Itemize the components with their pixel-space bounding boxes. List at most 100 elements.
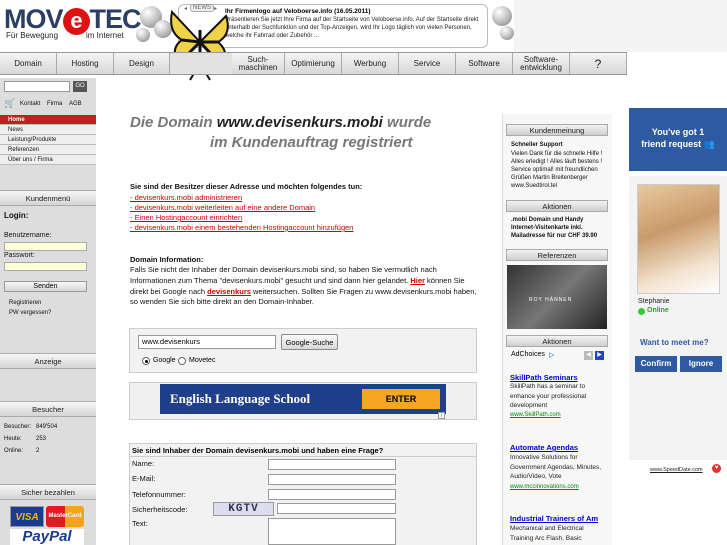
ad-url-1[interactable]: www.SkillPath.com — [510, 412, 561, 418]
sphere-decoration — [500, 26, 514, 40]
password-field[interactable] — [4, 262, 87, 271]
nav-design[interactable]: Design — [114, 53, 170, 74]
sidebar-item-ueber-uns[interactable]: Über uns / Firma — [0, 155, 96, 165]
info-line-2: Informationen zum Thema "devisenkurs.mob… — [130, 276, 465, 285]
heute-value: 253 — [36, 436, 47, 442]
link-kontakt[interactable]: Kontakt — [20, 101, 40, 107]
nav-domain[interactable]: Domain — [0, 53, 57, 74]
besucher-label: Besucher: — [4, 424, 32, 430]
site-search-button[interactable]: GO — [73, 81, 87, 92]
text-label: Text: — [132, 519, 148, 528]
anzeige-title: Anzeige — [0, 353, 96, 369]
forgot-password-link[interactable]: PW vergessen? — [9, 310, 51, 316]
cart-icon[interactable]: 🛒 — [4, 98, 15, 109]
name-field[interactable] — [268, 459, 396, 470]
online-label: Online: — [4, 448, 24, 454]
ignore-button[interactable]: Ignore — [680, 356, 722, 372]
ad-enter-button[interactable]: ENTER — [362, 389, 440, 409]
sidebar-item-home[interactable]: Home — [0, 115, 96, 125]
username-label: Benutzername: — [4, 232, 52, 239]
nav-suchmaschinen[interactable]: Such- maschinen — [232, 53, 285, 74]
profile-photo[interactable] — [637, 184, 720, 294]
email-field[interactable] — [268, 474, 396, 485]
kundenmeinung-title: Kundenmeinung — [506, 124, 608, 136]
logo-tagline-right: im Internet — [86, 31, 124, 40]
kundenmeinung-heading: Schneller Support — [511, 142, 563, 148]
header-right-fill — [514, 0, 727, 52]
nav-hosting[interactable]: Hosting — [57, 53, 114, 74]
speeddate-url[interactable]: www.SpeedDate.com — [650, 467, 703, 473]
ad-body-3: Mechanical and Electrical Training Arc F… — [510, 525, 584, 542]
register-link[interactable]: Registrieren — [9, 300, 41, 306]
email-label: E-Mail: — [132, 474, 156, 483]
google-search-button[interactable]: Google-Suche — [281, 334, 338, 350]
link-weiterleiten[interactable]: - devisenkurs.mobi weiterleiten auf eine… — [130, 203, 315, 213]
referenz-name: ROY HÄNNEN — [529, 297, 573, 303]
link-administrieren[interactable]: - devisenkurs.mobi administrieren — [130, 193, 242, 203]
radio-google[interactable] — [142, 357, 150, 365]
message-textarea[interactable] — [268, 518, 396, 545]
google-search-input[interactable]: www.devisenkurs — [138, 335, 276, 349]
ad-title-1[interactable]: SkillPath Seminars — [510, 373, 578, 382]
speeddate-logo-icon: ♥ — [712, 464, 721, 473]
visa-logo: VISA — [10, 506, 44, 527]
referenz-image[interactable]: ROY HÄNNEN — [507, 265, 607, 329]
login-label: Login: — [4, 211, 29, 220]
site-search-input[interactable] — [4, 81, 70, 92]
sidebar-item-referenzen[interactable]: Referenzen — [0, 145, 96, 155]
ads-prev-icon[interactable]: ◀ — [584, 351, 593, 360]
username-field[interactable] — [4, 242, 87, 251]
form-divider — [129, 456, 477, 457]
ad-body-1: SkillPath has a seminar to enhance your … — [510, 383, 587, 409]
page-title: Die Domain www.devisenkurs.mobi wurde — [130, 114, 432, 131]
profile-name[interactable]: Stephanie — [638, 298, 670, 305]
heute-label: Heute: — [4, 436, 22, 442]
sidebar-item-news[interactable]: News — [0, 125, 96, 135]
referenzen-title: Referenzen — [506, 249, 608, 261]
radio-google-label: Google — [153, 357, 176, 364]
news-title[interactable]: Ihr Firmenlogo auf Veloboerse.info (16.0… — [225, 8, 481, 16]
nav-werbung[interactable]: Werbung — [342, 53, 399, 74]
ad-title-2[interactable]: Automate Agendas — [510, 443, 578, 452]
online-value: 2 — [36, 448, 40, 454]
radio-movetec-label: Movetec — [189, 357, 216, 364]
ads-next-icon[interactable]: ▶ — [595, 351, 604, 360]
aktionen-body[interactable]: .mobi Domain und Handy Internet-Visitenk… — [511, 216, 607, 240]
main-nav: Domain Hosting Design Such- maschinen Op… — [0, 52, 627, 75]
nav-optimierung[interactable]: Optimierung — [285, 53, 342, 74]
link-hinzufuegen[interactable]: - devisenkurs.mobi einem bestehenden Hos… — [130, 223, 353, 233]
owner-question: Sie sind der Besitzer dieser Adresse und… — [130, 182, 363, 191]
password-label: Passwort: — [4, 252, 35, 259]
mastercard-logo: MasterCard — [46, 506, 84, 527]
ad-url-2[interactable]: www.mccinnovations.com — [510, 484, 579, 490]
link-agb[interactable]: AGB — [69, 101, 82, 107]
link-firma[interactable]: Firma — [47, 101, 62, 107]
hier-link[interactable]: Hier — [410, 276, 425, 285]
ad-title-3[interactable]: Industrial Trainers of Am — [510, 514, 598, 523]
adchoices-label[interactable]: AdChoices — [511, 351, 545, 358]
send-button[interactable]: Senden — [4, 281, 87, 292]
payment-title: Sicher bezahlen — [0, 484, 96, 500]
nav-help[interactable]: ? — [570, 53, 627, 74]
link-hostingaccount[interactable]: - Einen Hostingaccount einrichten — [130, 213, 242, 223]
adchoices-icon[interactable]: ▷ — [549, 351, 554, 359]
nav-service[interactable]: Service — [399, 53, 456, 74]
speeddate-banner[interactable]: You've got 1 friend request 👥 — [629, 108, 727, 171]
sphere-decoration — [136, 28, 150, 42]
radio-movetec[interactable] — [178, 357, 186, 365]
nav-software[interactable]: Software — [456, 53, 513, 74]
sidebar-item-leistung[interactable]: Leistung/Produkte — [0, 135, 96, 145]
ad-info-icon[interactable]: i — [438, 412, 445, 419]
phone-field[interactable] — [268, 489, 396, 500]
confirm-button[interactable]: Confirm — [635, 356, 677, 372]
nav-softwareentwicklung[interactable]: Software- entwicklung — [513, 53, 570, 74]
captcha-image: KGTV — [213, 502, 274, 516]
online-status-icon — [638, 308, 645, 315]
online-status-label: Online — [647, 307, 669, 314]
captcha-label: Sicherheitscode: — [132, 505, 188, 514]
form-title: Sie sind Inhaber der Domain devisenkurs.… — [132, 446, 384, 455]
paypal-logo: PayPal — [10, 529, 84, 545]
aktionen-title: Aktionen — [506, 200, 608, 212]
keyword-link[interactable]: devisenkurs — [207, 287, 251, 296]
captcha-field[interactable] — [277, 503, 396, 514]
